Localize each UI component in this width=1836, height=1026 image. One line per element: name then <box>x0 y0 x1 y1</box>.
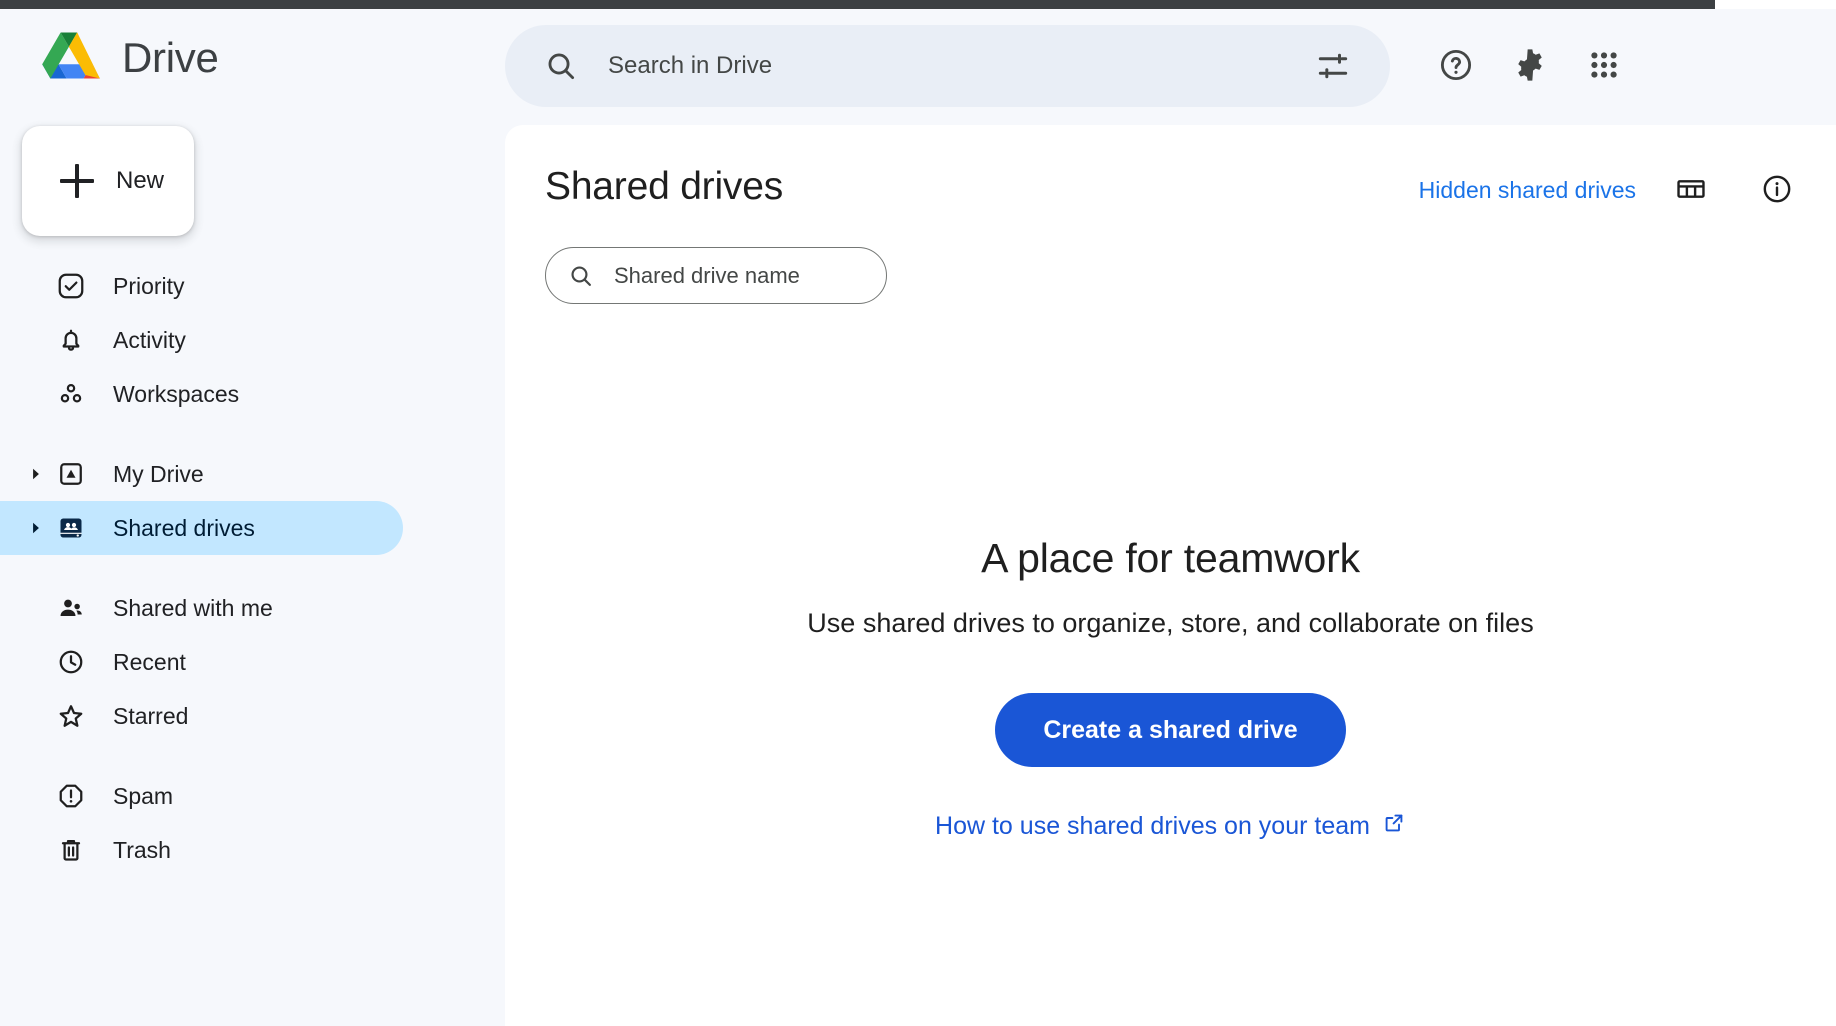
workspaces-icon <box>56 379 86 409</box>
my-drive-icon <box>56 459 86 489</box>
bell-icon <box>56 325 86 355</box>
grid-view-button[interactable] <box>1660 159 1722 221</box>
page-title: Shared drives <box>545 165 784 208</box>
people-icon <box>56 593 86 623</box>
sidebar-item-workspaces[interactable]: Workspaces <box>0 367 403 421</box>
sidebar-item-trash[interactable]: Trash <box>0 823 403 877</box>
search-icon <box>568 263 594 289</box>
trash-icon <box>56 835 86 865</box>
sidebar-item-label: Workspaces <box>113 380 240 407</box>
star-icon <box>56 701 86 731</box>
search-icon <box>544 49 578 83</box>
browser-chrome-strip-right <box>1715 0 1836 9</box>
sidebar-item-label: Activity <box>113 326 186 353</box>
browser-chrome-strip <box>0 0 1715 9</box>
search-input[interactable] <box>608 52 1314 80</box>
google-drive-logo-icon <box>40 30 102 85</box>
sidebar-item-priority[interactable]: Priority <box>0 259 403 313</box>
sidebar-item-shared-with-me[interactable]: Shared with me <box>0 581 403 635</box>
empty-state: A place for teamwork Use shared drives t… <box>505 535 1836 842</box>
panel-header-actions: Hidden shared drives <box>1419 159 1808 221</box>
topbar <box>505 9 1836 125</box>
details-info-button[interactable] <box>1746 159 1808 221</box>
help-circle-icon <box>1437 46 1475 87</box>
sidebar-group: Shared with me Recent Starred <box>0 581 505 743</box>
create-shared-drive-button[interactable]: Create a shared drive <box>995 693 1346 767</box>
apps-grid-icon <box>1586 47 1622 86</box>
chevron-right-icon[interactable] <box>24 462 48 486</box>
empty-state-subtitle: Use shared drives to organize, store, an… <box>807 608 1534 638</box>
check-circle-icon <box>56 271 86 301</box>
grid-view-icon <box>1674 172 1708 209</box>
content-panel: Shared drives Hidden shared drives Share… <box>505 125 1836 1026</box>
topbar-actions <box>1425 25 1635 107</box>
sidebar-item-label: Trash <box>113 836 171 863</box>
how-to-use-shared-drives-link[interactable]: How to use shared drives on your team <box>935 811 1406 842</box>
sidebar-item-starred[interactable]: Starred <box>0 689 403 743</box>
sidebar-item-spam[interactable]: Spam <box>0 769 403 823</box>
google-apps-button[interactable] <box>1573 35 1635 97</box>
drive-app: Drive New Priority Activity Workspaces M… <box>0 9 1836 1026</box>
sidebar-group: Spam Trash <box>0 769 505 877</box>
empty-state-title: A place for teamwork <box>981 535 1360 581</box>
sidebar-item-label: Priority <box>113 272 185 299</box>
sidebar-item-shared-drives[interactable]: Shared drives <box>0 501 403 555</box>
sidebar-item-label: Shared with me <box>113 594 273 621</box>
brand-name: Drive <box>122 33 219 81</box>
sidebar-item-label: Spam <box>113 782 174 809</box>
sidebar-item-label: Recent <box>113 648 186 675</box>
sidebar-item-activity[interactable]: Activity <box>0 313 403 367</box>
sidebar-item-my-drive[interactable]: My Drive <box>0 447 403 501</box>
search-bar[interactable] <box>505 25 1390 107</box>
new-button-label: New <box>116 167 165 194</box>
plus-icon <box>60 164 94 198</box>
hidden-shared-drives-link[interactable]: Hidden shared drives <box>1419 177 1636 204</box>
panel-header: Shared drives Hidden shared drives <box>505 125 1836 241</box>
clock-icon <box>56 647 86 677</box>
help-link-label: How to use shared drives on your team <box>935 812 1370 840</box>
spam-octagon-icon <box>56 781 86 811</box>
sidebar: Drive New Priority Activity Workspaces M… <box>0 9 505 1026</box>
info-circle-icon <box>1760 172 1794 209</box>
brand[interactable]: Drive <box>40 30 219 85</box>
sidebar-item-label: Shared drives <box>113 514 255 541</box>
help-button[interactable] <box>1425 35 1487 97</box>
sidebar-nav: Priority Activity Workspaces My Drive Sh… <box>0 259 505 903</box>
shared-drive-filter[interactable] <box>545 247 916 304</box>
tune-icon[interactable] <box>1314 47 1352 85</box>
settings-button[interactable] <box>1499 35 1561 97</box>
gear-icon <box>1510 45 1550 88</box>
chevron-right-icon[interactable] <box>24 516 48 540</box>
sidebar-item-label: Starred <box>113 702 189 729</box>
shared-drive-name-input[interactable] <box>614 262 916 289</box>
sidebar-item-label: My Drive <box>113 460 204 487</box>
sidebar-item-recent[interactable]: Recent <box>0 635 403 689</box>
sidebar-group: My Drive Shared drives <box>0 447 505 555</box>
new-button[interactable]: New <box>22 126 194 236</box>
shared-drives-icon <box>56 513 86 543</box>
external-link-icon <box>1382 811 1406 842</box>
sidebar-group: Priority Activity Workspaces <box>0 259 505 421</box>
